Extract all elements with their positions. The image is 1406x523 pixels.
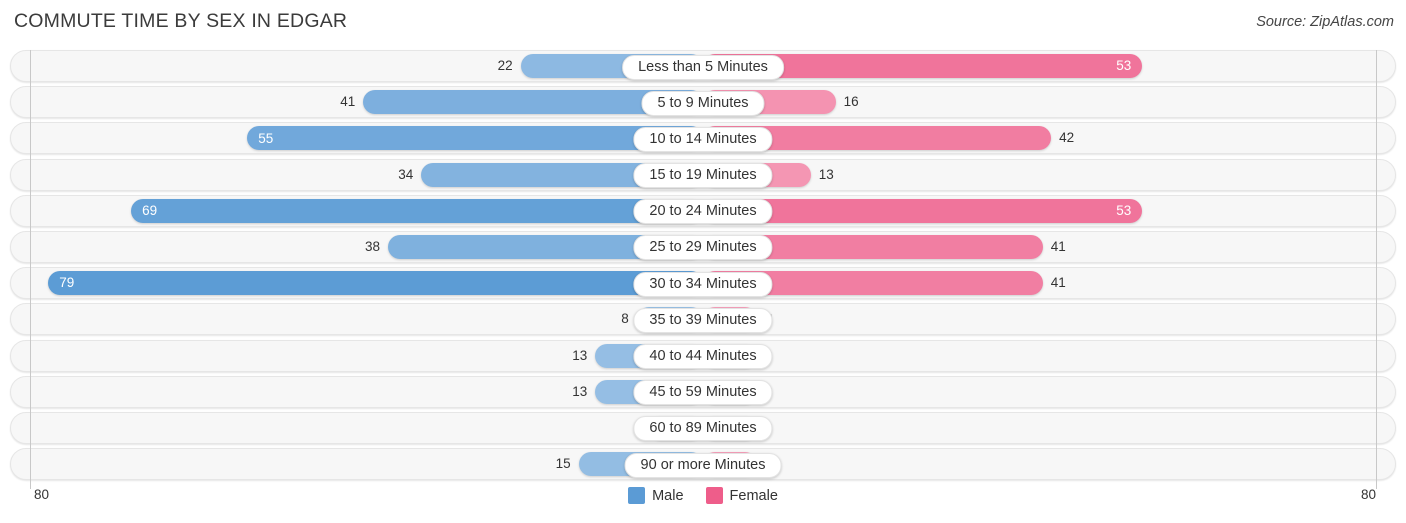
bar-value-female: 16 (843, 94, 859, 110)
bar-value-female: 41 (1050, 275, 1066, 291)
bar-value-male: 41 (340, 94, 356, 110)
chart-row-track: 8235 to 39 Minutes (11, 304, 1395, 334)
chart-row-track: 0360 to 89 Minutes (11, 413, 1395, 443)
category-label: 60 to 89 Minutes (633, 416, 773, 442)
category-label: 90 or more Minutes (624, 452, 782, 478)
chart-row: 0360 to 89 Minutes (10, 411, 1396, 444)
chart-row: 13345 to 59 Minutes (10, 375, 1396, 408)
chart-row: 22 53 Less than 5 Minutes (10, 50, 1396, 82)
bar-value-male: 8 (621, 311, 629, 327)
chart-row-track: 79 41 30 to 34 Minutes (11, 268, 1395, 298)
axis-line-left (30, 50, 31, 489)
chart-legend: Male Female (0, 487, 1406, 504)
chart-row: 38 41 25 to 29 Minutes (10, 230, 1396, 263)
chart-row-track: 55 42 10 to 14 Minutes (11, 123, 1395, 153)
category-label: 10 to 14 Minutes (633, 126, 773, 152)
legend-item-male[interactable]: Male (628, 487, 684, 504)
chart-row: 41 16 5 to 9 Minutes (10, 86, 1396, 119)
bar-male[interactable]: 69 (131, 198, 703, 223)
bar-value-male: 22 (497, 58, 513, 73)
chart-row-track: 22 53 Less than 5 Minutes (11, 51, 1395, 81)
category-label: 35 to 39 Minutes (633, 307, 773, 333)
chart-row-track: 13340 to 44 Minutes (11, 341, 1395, 371)
bar-value-male: 13 (572, 347, 588, 363)
source-attribution: Source: ZipAtlas.com (1256, 14, 1394, 30)
chart-row: 55 42 10 to 14 Minutes (10, 122, 1396, 155)
category-label: 20 to 24 Minutes (633, 199, 773, 225)
chart-page: COMMUTE TIME BY SEX IN EDGAR Source: Zip… (0, 0, 1406, 523)
bar-value-male: 79 (59, 275, 75, 291)
bar-value-male: 34 (398, 166, 414, 182)
bar-value-female: 42 (1059, 130, 1075, 146)
chart-row-track: 15390 or more Minutes (11, 449, 1395, 479)
chart-row-track: 69 53 20 to 24 Minutes (11, 196, 1395, 226)
chart-row: 79 41 30 to 34 Minutes (10, 267, 1396, 300)
bar-male[interactable]: 79 (48, 271, 703, 296)
bar-value-female: 53 (1116, 203, 1132, 218)
bar-value-female: 53 (1116, 58, 1132, 74)
chart-row: 13340 to 44 Minutes (10, 339, 1396, 372)
axis-line-right (1376, 50, 1377, 489)
bar-value-male: 15 (555, 456, 571, 472)
category-label: 40 to 44 Minutes (633, 344, 773, 369)
bar-value-female: 41 (1050, 238, 1066, 254)
legend-swatch-icon (628, 487, 646, 504)
legend-label: Female (729, 487, 778, 504)
category-label: 25 to 29 Minutes (633, 235, 773, 261)
chart-plot-area: 22 53 Less than 5 Minutes 41 16 5 to 9 Minute… (10, 50, 1396, 489)
chart-row-track: 34 13 15 to 19 Minutes (11, 160, 1395, 190)
category-label: 45 to 59 Minutes (633, 380, 773, 406)
category-label: 15 to 19 Minutes (633, 163, 773, 189)
category-label: Less than 5 Minutes (622, 54, 784, 80)
bar-value-male: 38 (365, 238, 381, 254)
category-label: 5 to 9 Minutes (641, 90, 765, 116)
category-label: 30 to 34 Minutes (633, 271, 773, 297)
bar-value-male: 13 (572, 383, 588, 399)
legend-swatch-icon (705, 487, 723, 504)
legend-label: Male (652, 487, 684, 504)
chart-row: 8235 to 39 Minutes (10, 303, 1396, 336)
page-title: COMMUTE TIME BY SEX IN EDGAR (14, 10, 348, 32)
chart-row: 15390 or more Minutes (10, 448, 1396, 481)
bar-value-male: 69 (142, 203, 158, 218)
legend-item-female[interactable]: Female (705, 487, 778, 504)
bar-value-male: 55 (258, 130, 274, 146)
bar-value-female: 13 (818, 166, 834, 182)
chart-row: 69 53 20 to 24 Minutes (10, 194, 1396, 227)
chart-row-track: 13345 to 59 Minutes (11, 377, 1395, 407)
chart-row-track: 41 16 5 to 9 Minutes (11, 87, 1395, 117)
chart-row: 34 13 15 to 19 Minutes (10, 158, 1396, 191)
chart-row-track: 38 41 25 to 29 Minutes (11, 232, 1395, 262)
